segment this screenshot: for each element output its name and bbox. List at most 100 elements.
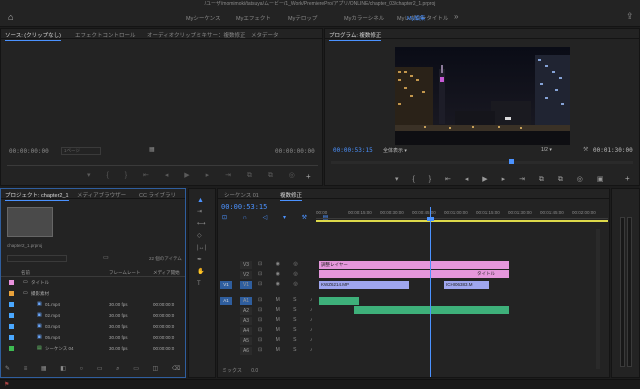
ripple-edit-tool-icon[interactable]: ⟷ bbox=[197, 221, 206, 227]
label-color-swatch[interactable] bbox=[9, 335, 14, 340]
track-label[interactable]: V1 bbox=[240, 281, 252, 289]
source-patch[interactable] bbox=[220, 261, 232, 269]
workspace-tab-1[interactable]: Myエフェクト bbox=[236, 14, 271, 22]
time-ruler[interactable]: 00:00 00:00:15:00 00:00:30:00 00:00:45:00 00… bbox=[316, 207, 608, 219]
track-header-a4[interactable]: A4 ⊡ M S ♪ bbox=[218, 327, 315, 336]
label-color-swatch[interactable] bbox=[9, 346, 14, 351]
track-toggle-icons[interactable]: ⊡ ◉ ◎ bbox=[258, 281, 304, 287]
track-label[interactable]: A1 bbox=[240, 297, 252, 305]
label-color-swatch[interactable] bbox=[9, 302, 14, 307]
track-toggle-icons[interactable]: ⊡ ◉ ◎ bbox=[258, 261, 304, 267]
razor-tool-icon[interactable]: ◇ bbox=[197, 233, 202, 239]
slip-tool-icon[interactable]: |↔| bbox=[197, 245, 206, 251]
track-select-tool-icon[interactable]: ⇥ bbox=[197, 209, 202, 215]
track-label[interactable]: A2 bbox=[240, 307, 252, 315]
source-scrubber[interactable] bbox=[7, 165, 318, 166]
title-clips[interactable]: タイトル bbox=[319, 270, 509, 278]
wrench-icon[interactable]: ⚒ bbox=[583, 147, 588, 153]
fit-dropdown[interactable]: 全体表示 ▾ bbox=[383, 147, 407, 154]
more-workspaces-icon[interactable]: » bbox=[454, 13, 458, 21]
audio-track-controls[interactable]: ⊡ M S ♪ bbox=[258, 297, 318, 303]
track-header-a1[interactable]: A1 A1 ⊡ M S ♪ bbox=[218, 297, 315, 306]
program-scrubber[interactable] bbox=[331, 159, 633, 164]
track-header-v3[interactable]: V3 ⊡ ◉ ◎ bbox=[218, 261, 315, 270]
source-patch[interactable] bbox=[220, 271, 232, 279]
mix-value[interactable]: 0.0 bbox=[251, 368, 258, 374]
tab-audio-clip-mixer[interactable]: オーディオクリップミキサー：複数修正 bbox=[147, 31, 246, 39]
column-media-start[interactable]: メディア開始 bbox=[153, 270, 180, 276]
audio-track-controls[interactable]: ⊡ M S ♪ bbox=[258, 307, 318, 313]
project-item[interactable]: ▣ 02.mp4 30.00 fps 00:00:00:0 bbox=[5, 312, 180, 321]
track-label[interactable]: A3 bbox=[240, 317, 252, 325]
audio-track-controls[interactable]: ⊡ M S ♪ bbox=[258, 327, 318, 333]
tab-multi-edit[interactable]: 複数修正 bbox=[280, 191, 303, 201]
audio-track-controls[interactable]: ⊡ M S ♪ bbox=[258, 317, 318, 323]
tab-effect-controls[interactable]: エフェクトコントロール bbox=[75, 31, 136, 39]
program-playhead[interactable] bbox=[509, 159, 515, 164]
type-tool-icon[interactable]: T bbox=[197, 281, 201, 287]
source-patch[interactable] bbox=[220, 337, 232, 345]
project-item[interactable]: ▤ シーケンス 04 30.00 fps 00:00:00:0 bbox=[5, 345, 180, 354]
track-label[interactable]: A6 bbox=[240, 347, 252, 355]
track-header-v2[interactable]: V2 ⊡ ◉ ◎ bbox=[218, 271, 315, 280]
audio-track-controls[interactable]: ⊡ M S ♪ bbox=[258, 337, 318, 343]
program-transport-controls[interactable]: ▾ { } ⇤ ◂ ▶ ▸ ⇥ ⧉ ⧉ ◎ ▣ bbox=[395, 175, 603, 185]
timeline-vertical-scrollbar[interactable] bbox=[596, 229, 600, 369]
source-patch[interactable] bbox=[220, 347, 232, 355]
tab-source[interactable]: ソース: (クリップなし) bbox=[5, 31, 61, 41]
column-name[interactable]: 名前 bbox=[21, 270, 30, 276]
project-search-input[interactable] bbox=[7, 255, 67, 262]
source-patch[interactable] bbox=[220, 317, 232, 325]
track-header-a5[interactable]: A5 ⊡ M S ♪ bbox=[218, 337, 315, 346]
pen-tool-icon[interactable]: ✒ bbox=[197, 257, 202, 263]
program-timecode[interactable]: 00:00:53:15 bbox=[333, 147, 373, 154]
project-item[interactable]: ▣ 05.mp4 30.00 fps 00:00:00:0 bbox=[5, 334, 180, 343]
warning-icon[interactable]: ⚑ bbox=[4, 382, 9, 388]
audio-clip-a1[interactable] bbox=[319, 297, 359, 305]
tab-sequence-01[interactable]: シーケンス 01 bbox=[224, 191, 259, 199]
audio-track-controls[interactable]: ⊡ M S ♪ bbox=[258, 347, 318, 353]
share-icon[interactable]: ⇪ bbox=[626, 12, 634, 21]
source-page-dropdown[interactable]: 1ページ bbox=[61, 147, 101, 155]
project-item[interactable]: ▭ 撮影素材 bbox=[5, 290, 180, 299]
audio-clip-a2[interactable] bbox=[354, 306, 509, 314]
video-clip-1[interactable]: KWZ6214.MP bbox=[319, 281, 409, 289]
quality-dropdown[interactable]: 1/2 ▾ bbox=[541, 147, 552, 153]
track-label[interactable]: V3 bbox=[240, 261, 252, 269]
work-area-bar[interactable] bbox=[316, 220, 608, 222]
source-transport-controls[interactable]: ▾ { } ⇤ ◂ ▶ ▸ ⇥ ⧉ ⧉ ◎ bbox=[87, 171, 295, 181]
track-header-a3[interactable]: A3 ⊡ M S ♪ bbox=[218, 317, 315, 326]
source-patch[interactable] bbox=[220, 327, 232, 335]
track-label[interactable]: A5 bbox=[240, 337, 252, 345]
workspace-tab-2[interactable]: Myテロップ bbox=[288, 14, 317, 22]
workspace-tab-0[interactable]: Myシーケンス bbox=[186, 14, 221, 22]
column-framerate[interactable]: フレームレート bbox=[109, 270, 140, 276]
tab-project[interactable]: プロジェクト: chapter2_1 bbox=[5, 191, 69, 201]
label-color-swatch[interactable] bbox=[9, 313, 14, 318]
source-patch[interactable]: A1 bbox=[220, 297, 232, 305]
tab-metadata[interactable]: メタデータ bbox=[251, 31, 279, 39]
track-header-a6[interactable]: A6 ⊡ M S ♪ bbox=[218, 347, 315, 356]
settings-icon[interactable]: ▦ bbox=[149, 147, 155, 153]
track-header-v1[interactable]: V1 V1 ⊡ ◉ ◎ bbox=[218, 281, 315, 290]
hand-tool-icon[interactable]: ✋ bbox=[197, 269, 204, 275]
label-color-swatch[interactable] bbox=[9, 324, 14, 329]
folder-icon[interactable]: ▭ bbox=[103, 255, 109, 261]
track-label[interactable]: V2 bbox=[240, 271, 252, 279]
project-item[interactable]: ▭ タイトル bbox=[5, 279, 180, 288]
track-header-a2[interactable]: A2 ⊡ M S ♪ bbox=[218, 307, 315, 316]
tab-program[interactable]: プログラム: 複数修正 bbox=[329, 31, 382, 41]
tab-cc-libraries[interactable]: CC ライブラリ bbox=[139, 191, 176, 199]
add-button-icon[interactable]: + bbox=[625, 175, 630, 183]
tab-media-browser[interactable]: メディアブラウザー bbox=[77, 191, 126, 199]
track-toggle-icons[interactable]: ⊡ ◉ ◎ bbox=[258, 271, 304, 277]
workspace-tab-3[interactable]: Myカラーシネル bbox=[344, 14, 384, 22]
source-patch[interactable]: V1 bbox=[220, 281, 232, 289]
source-patch[interactable] bbox=[220, 307, 232, 315]
add-button-icon[interactable]: + bbox=[306, 173, 311, 181]
video-clip-2[interactable]: ICHI06383.M bbox=[444, 281, 489, 289]
workspace-tab-5[interactable]: My編集 bbox=[407, 14, 425, 22]
home-icon[interactable]: ⌂ bbox=[8, 13, 13, 22]
project-bottom-toolbar[interactable]: ✎ ≡ ▦ ◧ ○ ▭ ⌕ ▭ ◫ ⌫ bbox=[1, 365, 185, 377]
playhead-handle[interactable] bbox=[427, 217, 434, 221]
